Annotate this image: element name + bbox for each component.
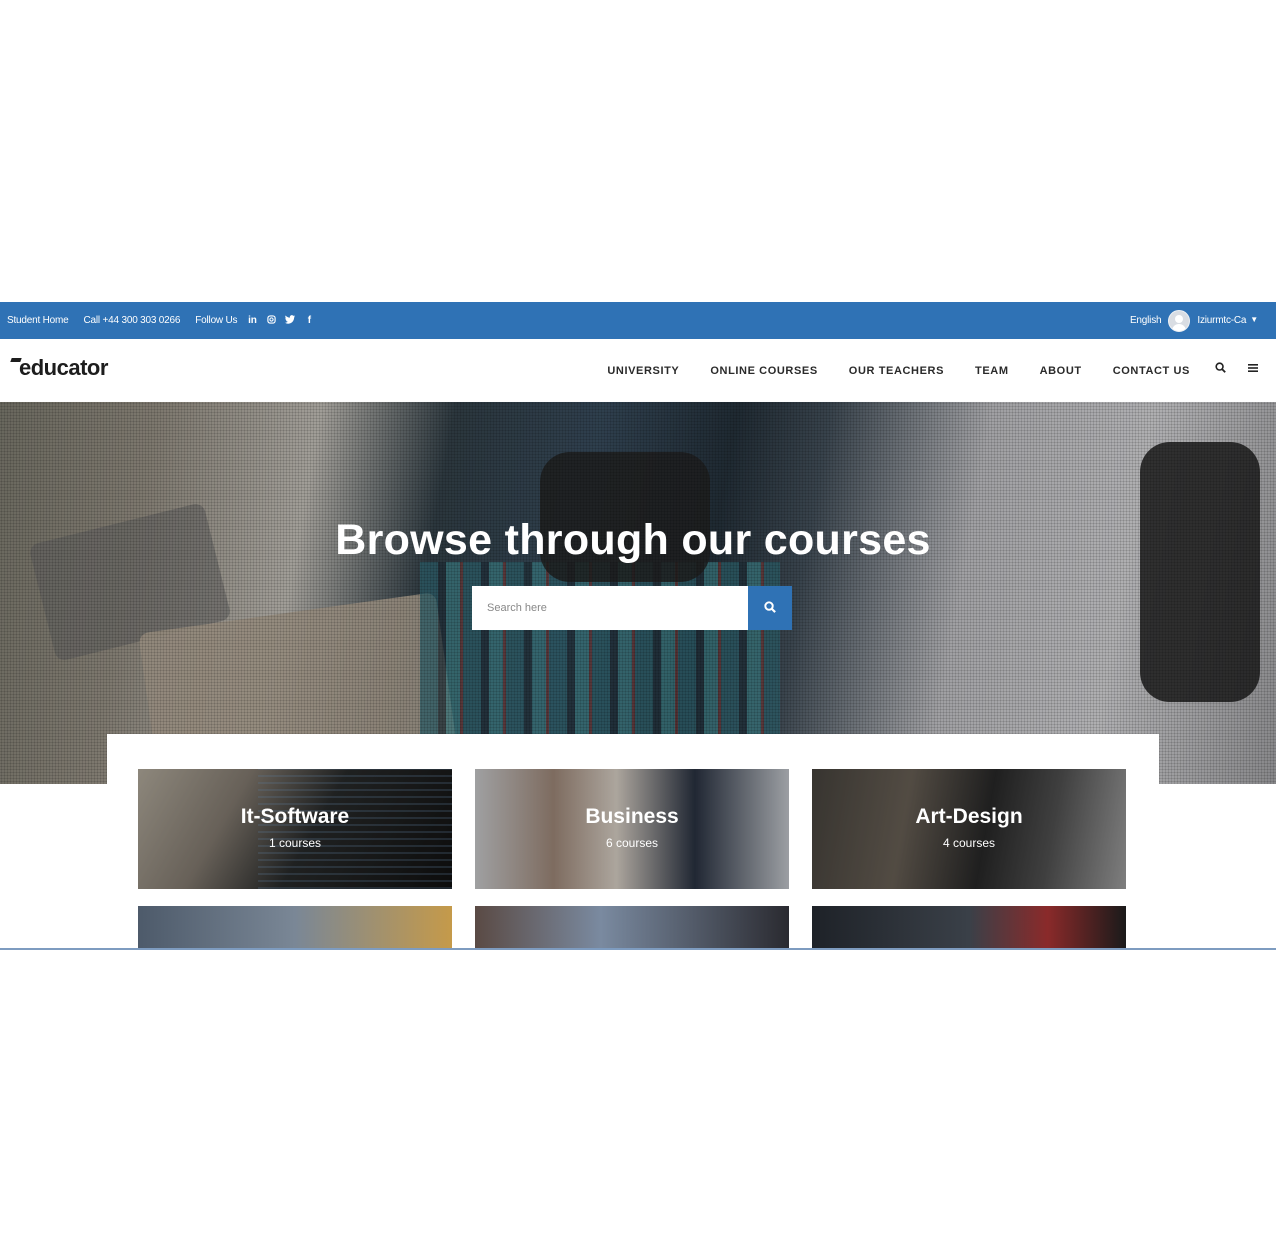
category-card[interactable] bbox=[812, 906, 1126, 948]
category-card-it-software[interactable]: It-Software 1 courses bbox=[138, 769, 452, 889]
top-bar: Student Home Call +44 300 303 0266 Follo… bbox=[0, 302, 1276, 339]
nav-about[interactable]: ABOUT bbox=[1040, 365, 1082, 377]
hero-title: Browse through our courses bbox=[335, 516, 931, 564]
nav-online-courses[interactable]: ONLINE COURSES bbox=[710, 365, 817, 377]
student-home-link[interactable]: Student Home bbox=[7, 315, 69, 326]
logo-text: educator bbox=[19, 355, 108, 380]
nav-team[interactable]: TEAM bbox=[975, 365, 1009, 377]
language-selector[interactable]: English bbox=[1130, 315, 1162, 326]
category-card[interactable] bbox=[138, 906, 452, 948]
linkedin-icon[interactable]: in bbox=[247, 315, 257, 326]
search-button[interactable] bbox=[748, 586, 792, 630]
browser-frame: Student Home Call +44 300 303 0266 Follo… bbox=[0, 302, 1276, 950]
category-count: 4 courses bbox=[942, 836, 996, 850]
category-card-business[interactable]: Business 6 courses bbox=[475, 769, 789, 889]
main-header: educator UNIVERSITY ONLINE COURSES OUR T… bbox=[0, 339, 1276, 402]
user-name[interactable]: Iziurmtc-Ca bbox=[1197, 315, 1246, 326]
avatar[interactable] bbox=[1168, 309, 1191, 332]
facebook-icon[interactable]: f bbox=[304, 315, 314, 326]
phone-link[interactable]: Call +44 300 303 0266 bbox=[84, 315, 181, 326]
social-links: in f bbox=[247, 314, 314, 327]
search-input[interactable] bbox=[472, 586, 748, 630]
category-card-art-design[interactable]: Art-Design 4 courses bbox=[812, 769, 1126, 889]
category-count: 1 courses bbox=[268, 836, 322, 850]
nav-university[interactable]: UNIVERSITY bbox=[607, 365, 679, 377]
follow-us-label: Follow Us bbox=[195, 315, 238, 326]
category-title: Art-Design bbox=[915, 805, 1023, 828]
nav-our-teachers[interactable]: OUR TEACHERS bbox=[849, 365, 944, 377]
hero-banner: Browse through our courses bbox=[0, 402, 1276, 784]
category-title: Business bbox=[585, 805, 679, 828]
menu-icon[interactable] bbox=[1246, 362, 1260, 376]
search-icon[interactable] bbox=[1213, 362, 1227, 376]
instagram-icon[interactable] bbox=[266, 314, 276, 327]
course-search bbox=[472, 586, 792, 630]
chevron-down-icon[interactable]: ▼ bbox=[1250, 315, 1258, 324]
divider bbox=[0, 948, 1276, 950]
category-title: It-Software bbox=[240, 805, 350, 828]
site-logo[interactable]: educator bbox=[9, 355, 108, 381]
category-card[interactable] bbox=[475, 906, 789, 948]
graduation-cap-icon bbox=[10, 358, 22, 362]
categories-panel: It-Software 1 courses Business 6 courses… bbox=[107, 734, 1159, 950]
search-icon bbox=[764, 601, 776, 613]
twitter-icon[interactable] bbox=[285, 314, 296, 327]
category-count: 6 courses bbox=[605, 836, 659, 850]
main-nav: UNIVERSITY ONLINE COURSES OUR TEACHERS T… bbox=[607, 339, 1190, 402]
nav-contact-us[interactable]: CONTACT US bbox=[1113, 365, 1190, 377]
